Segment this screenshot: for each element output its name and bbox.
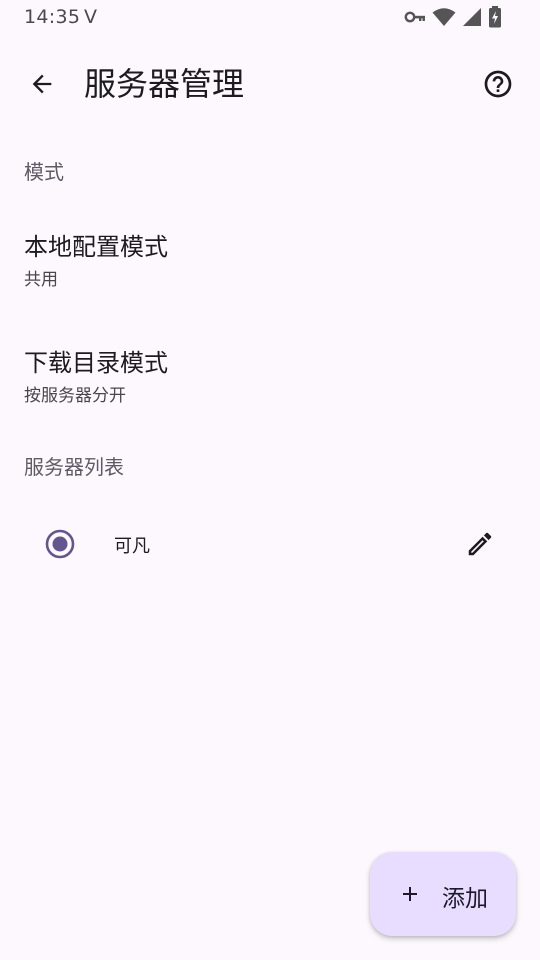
- pref-title: 下载目录模式: [24, 349, 168, 377]
- pref-summary: 按服务器分开: [24, 386, 126, 406]
- help-circle-icon: [484, 70, 512, 98]
- pref-title: 本地配置模式: [24, 233, 168, 261]
- help-button[interactable]: [474, 60, 522, 108]
- pref-download-dir-mode[interactable]: 下载目录模式 按服务器分开: [0, 343, 540, 443]
- section-header-mode: 模式: [24, 160, 64, 184]
- page-title: 服务器管理: [84, 65, 245, 103]
- status-icons: [404, 6, 502, 28]
- server-name: 可凡: [114, 536, 150, 557]
- status-bar: 14:35 V: [0, 0, 540, 36]
- edit-server-button[interactable]: [456, 520, 504, 568]
- carrier-icon: V: [84, 6, 97, 28]
- pref-local-config-mode[interactable]: 本地配置模式 共用: [0, 227, 540, 327]
- top-app-bar: 服务器管理: [0, 48, 540, 120]
- back-button[interactable]: [18, 60, 66, 108]
- add-server-fab[interactable]: 添加: [370, 852, 516, 936]
- radio-checked-icon: [45, 529, 75, 559]
- plus-icon: [403, 887, 417, 901]
- cellular-signal-icon: [462, 7, 482, 27]
- server-radio-button[interactable]: [44, 528, 76, 560]
- fab-label: 添加: [442, 886, 488, 912]
- pref-summary: 共用: [24, 270, 58, 290]
- status-time: 14:35: [24, 6, 81, 28]
- server-list-item[interactable]: 可凡: [0, 512, 540, 576]
- vpn-key-icon: [404, 10, 426, 24]
- wifi-icon: [432, 7, 456, 27]
- battery-charging-icon: [488, 6, 502, 28]
- pencil-icon: [468, 532, 492, 556]
- section-header-servers: 服务器列表: [24, 455, 124, 479]
- arrow-back-icon: [32, 74, 52, 94]
